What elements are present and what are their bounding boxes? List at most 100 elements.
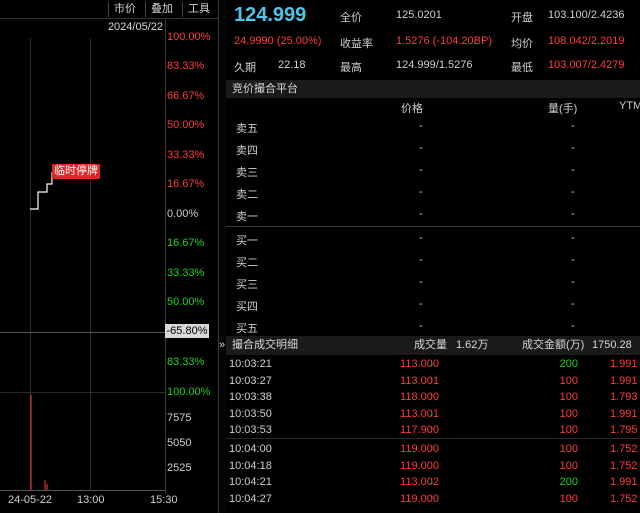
price-line: [30, 172, 53, 210]
level-qty: -: [571, 298, 575, 310]
level-qty: -: [571, 120, 575, 132]
ask-row[interactable]: 卖三 - -: [226, 160, 640, 182]
trade-time: 10:03:50: [229, 407, 272, 420]
level-name: 买三: [236, 279, 258, 291]
volume-axis-label: 2525: [167, 462, 192, 474]
ask-row[interactable]: 卖五 - -: [226, 116, 640, 138]
level-name: 卖二: [236, 189, 258, 201]
trade-row[interactable]: 10:04:18 119.000 100 1.752: [226, 458, 640, 474]
bid-row[interactable]: 买一 - -: [226, 228, 640, 250]
trade-detail-header[interactable]: 撮合成交明细 成交量 1.62万 成交金额(万) 1750.28: [226, 336, 640, 355]
arrow-down-icon: ↓: [429, 358, 434, 369]
amount-value: 1750.28: [592, 339, 632, 351]
level-price: -: [419, 232, 423, 244]
level-price: -: [419, 208, 423, 220]
percent-axis-label: 50.00%: [167, 296, 205, 308]
intraday-chart[interactable]: 市价 叠加 工具 2024/05/22 100.00% 83.33% 66.67% 5…: [0, 0, 219, 513]
full-price-label: 全价: [340, 12, 362, 24]
trade-row[interactable]: 10:03:38 118.000 ↑ 100 1.793: [226, 389, 640, 405]
trade-amount: 1.752: [610, 443, 638, 455]
level-name: 卖四: [236, 145, 258, 157]
x-axis-label: 15:30: [150, 494, 178, 506]
trade-row[interactable]: 10:04:27 119.000 ↑ 100 1.752: [226, 491, 640, 507]
trade-group-divider: [226, 438, 640, 439]
collapse-toggle[interactable]: »: [219, 336, 226, 355]
trade-time: 10:03:38: [229, 391, 272, 404]
avg-label: 均价: [511, 38, 533, 50]
level-price: -: [419, 276, 423, 288]
level-qty: -: [571, 186, 575, 198]
volume-axis-label: 7575: [167, 412, 192, 424]
percent-axis-label: 33.33%: [167, 267, 205, 279]
level-name: 买一: [236, 235, 258, 247]
percent-axis-label: 66.67%: [167, 90, 205, 102]
trade-amount: 1.991: [610, 358, 638, 370]
yield-value: 1.5276 (-104.20BP): [396, 35, 493, 47]
current-percent-tag: -65.80%: [165, 324, 209, 338]
level-qty: -: [571, 232, 575, 244]
level-name: 卖五: [236, 123, 258, 135]
bid-row[interactable]: 买三 - -: [226, 272, 640, 294]
trade-time: 10:04:21: [229, 476, 272, 489]
level-price: -: [419, 164, 423, 176]
level-name: 买四: [236, 301, 258, 313]
percent-axis-label: 83.33%: [167, 356, 205, 368]
amount-label: 成交金额(万): [522, 339, 585, 351]
ytm-column-header: YTM: [619, 100, 640, 112]
duration-value: 22.18: [278, 59, 306, 71]
open-value: 103.100/2.4236: [548, 9, 625, 21]
trade-row[interactable]: 10:03:50 113.001 ↓ 100 1.991: [226, 406, 640, 422]
ask-row[interactable]: 卖四 - -: [226, 138, 640, 160]
level-price: -: [419, 120, 423, 132]
trade-time: 10:04:00: [229, 443, 272, 455]
x-axis-label: 13:00: [77, 494, 105, 506]
percent-axis-label: 16.67%: [167, 178, 205, 190]
bid-ask-divider: [226, 226, 640, 227]
price-change: 24.9990 (25.00%): [234, 35, 322, 47]
volume-label: 成交量: [414, 339, 447, 351]
trade-amount: 1.752: [610, 459, 638, 472]
order-book-header: 价格 量(手) YTM: [226, 98, 640, 115]
trade-time: 10:04:27: [229, 492, 272, 505]
level-price: -: [419, 142, 423, 154]
tools-button[interactable]: 工具: [182, 2, 215, 17]
level-qty: -: [571, 254, 575, 266]
trade-row[interactable]: 10:04:21 113.002 ↓ 200 1.991: [226, 474, 640, 490]
bid-row[interactable]: 买二 - -: [226, 250, 640, 272]
trade-volume: 200: [559, 358, 578, 370]
trade-row[interactable]: 10:04:00 119.000 ↑ 100 1.752: [226, 441, 640, 457]
qty-column-header: 量(手): [548, 103, 578, 115]
bid-row[interactable]: 买四 - -: [226, 294, 640, 316]
percent-axis-label: 16.67%: [167, 237, 205, 249]
percent-axis-label: 100.00%: [167, 31, 211, 43]
volume-axis-label: 5050: [167, 437, 192, 449]
trade-amount: 1.991: [610, 374, 638, 387]
trade-amount: 1.793: [610, 391, 638, 404]
percent-axis-label: 100.00%: [167, 386, 211, 398]
trade-time: 10:03:27: [229, 374, 272, 387]
trade-time: 10:03:53: [229, 424, 272, 437]
low-label: 最低: [511, 62, 533, 74]
trade-row[interactable]: 10:03:21 113.000 ↓ 200 1.991: [226, 356, 640, 372]
trade-detail-title: 撮合成交明细: [232, 339, 298, 351]
level-name: 买二: [236, 257, 258, 269]
percent-axis-label: 0.00%: [167, 208, 199, 220]
level-name: 卖三: [236, 167, 258, 179]
level-qty: -: [571, 320, 575, 332]
panel-splitter[interactable]: [219, 0, 226, 513]
ask-row[interactable]: 卖二 - -: [226, 182, 640, 204]
x-axis-label: 24-05-22: [8, 494, 53, 506]
ask-row[interactable]: 卖一 - -: [226, 204, 640, 226]
level-name: 卖一: [236, 211, 258, 223]
bid-row[interactable]: 买五 - -: [226, 316, 640, 338]
duration-label: 久期: [234, 62, 256, 74]
auction-platform-header[interactable]: 竞价撮合平台: [226, 80, 640, 98]
level-name: 买五: [236, 323, 258, 335]
trade-row[interactable]: 10:03:53 117.900 ↑ 100 1.795: [226, 422, 640, 438]
volume-value: 1.62万: [456, 339, 489, 351]
high-value: 124.999/1.5276: [396, 59, 473, 71]
axis-divider: [165, 19, 166, 494]
trade-volume: 200: [559, 476, 578, 489]
arrow-up-icon: ↑: [429, 443, 434, 454]
trade-row[interactable]: 10:03:27 113.001 ↑ 100 1.991: [226, 373, 640, 389]
